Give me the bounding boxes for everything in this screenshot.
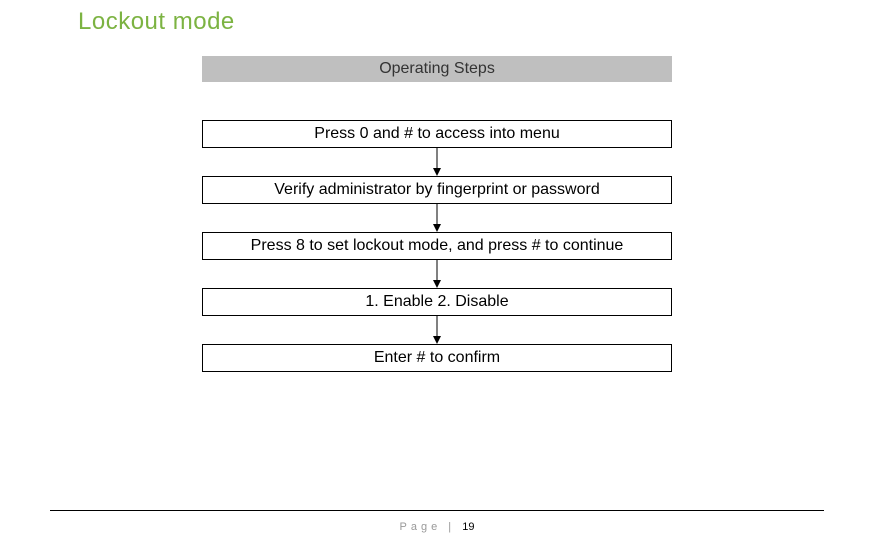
- footer-page-label: Page: [400, 521, 442, 533]
- arrow-down-icon: [202, 204, 672, 232]
- step-box-5: Enter # to confirm: [202, 344, 672, 372]
- footer-divider: [50, 510, 824, 511]
- page-footer: Page | 19: [0, 521, 874, 533]
- step-box-3: Press 8 to set lockout mode, and press #…: [202, 232, 672, 260]
- arrow-down-icon: [202, 260, 672, 288]
- step-box-1: Press 0 and # to access into menu: [202, 120, 672, 148]
- step-box-4: 1. Enable 2. Disable: [202, 288, 672, 316]
- step-box-2: Verify administrator by fingerprint or p…: [202, 176, 672, 204]
- flow-diagram: Operating Steps Press 0 and # to access …: [202, 56, 672, 372]
- arrow-down-icon: [202, 148, 672, 176]
- operating-steps-header: Operating Steps: [202, 56, 672, 82]
- arrow-down-icon: [202, 316, 672, 344]
- section-heading: Lockout mode: [0, 0, 874, 36]
- footer-page-number: 19: [462, 521, 474, 533]
- footer-separator: |: [441, 521, 462, 533]
